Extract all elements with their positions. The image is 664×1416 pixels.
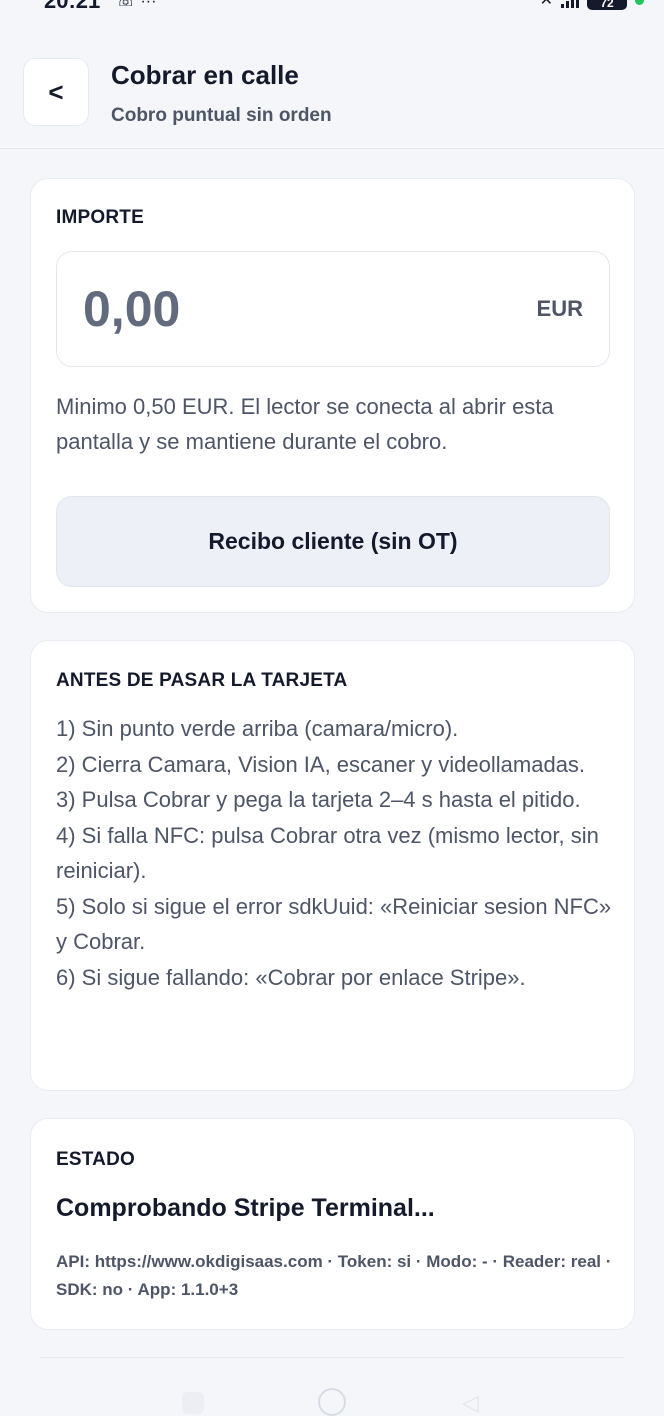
recents-icon[interactable] bbox=[182, 1392, 204, 1414]
status-card: ESTADO Comprobando Stripe Terminal... AP… bbox=[30, 1118, 635, 1330]
page-subtitle: Cobro puntual sin orden bbox=[111, 105, 332, 126]
list-item: 2) Cierra Camara, Vision IA, escaner y v… bbox=[56, 751, 586, 777]
tips-list: 1) Sin punto verde arriba (camara/micro)… bbox=[56, 711, 616, 995]
currency-label: EUR bbox=[536, 296, 583, 321]
system-nav-bar: ◁ bbox=[0, 1388, 664, 1416]
receipt-button[interactable]: Recibo cliente (sin OT) bbox=[56, 496, 610, 587]
amount-help-text: Minimo 0,50 EUR. El lector se conecta al… bbox=[56, 394, 554, 454]
status-label: ESTADO bbox=[56, 1149, 135, 1170]
list-item: 1) Sin punto verde arriba (camara/micro)… bbox=[56, 716, 459, 741]
divider bbox=[40, 1357, 624, 1358]
amount-card: IMPORTE 0,00 EUR Minimo 0,50 EUR. El lec… bbox=[30, 178, 635, 613]
status-bar: 20:21 ☏ ··· ✕ 72 bbox=[0, 0, 664, 14]
signal-icon bbox=[561, 0, 579, 8]
status-message: Comprobando Stripe Terminal... bbox=[56, 1194, 435, 1222]
list-item: 5) Solo si sigue el error sdkUuid: «Rein… bbox=[56, 893, 612, 955]
list-item: 6) Si sigue fallando: «Cobrar por enlace… bbox=[56, 964, 526, 990]
list-item: 3) Pulsa Cobrar y pega la tarjeta 2–4 s … bbox=[56, 787, 581, 812]
amount-value: 0,00 bbox=[83, 281, 181, 337]
list-item: 4) Si falla NFC: pulsa Cobrar otra vez (… bbox=[56, 822, 599, 884]
back-button[interactable]: < bbox=[23, 58, 89, 126]
nav-back-icon[interactable]: ◁ bbox=[462, 1390, 479, 1416]
home-icon[interactable] bbox=[318, 1388, 346, 1416]
battery-dot-icon bbox=[635, 0, 644, 5]
page-title: Cobrar en calle bbox=[111, 60, 299, 90]
battery-icon: 72 bbox=[587, 0, 627, 10]
status-meta: API: https://www.okdigisaas.com · Token:… bbox=[56, 1252, 612, 1299]
tips-label: ANTES DE PASAR LA TARJETA bbox=[56, 670, 348, 691]
tips-card: ANTES DE PASAR LA TARJETA 1) Sin punto v… bbox=[30, 640, 635, 1091]
mute-icon: ✕ bbox=[539, 0, 553, 9]
app-header: < Cobrar en calle Cobro puntual sin orde… bbox=[0, 40, 664, 149]
amount-label: IMPORTE bbox=[56, 207, 144, 228]
status-right-icons: ✕ 72 bbox=[540, 0, 644, 10]
amount-input[interactable]: 0,00 EUR bbox=[56, 251, 610, 367]
notification-icons: ☏ ··· bbox=[116, 0, 157, 10]
status-time: 20:21 bbox=[44, 0, 101, 13]
